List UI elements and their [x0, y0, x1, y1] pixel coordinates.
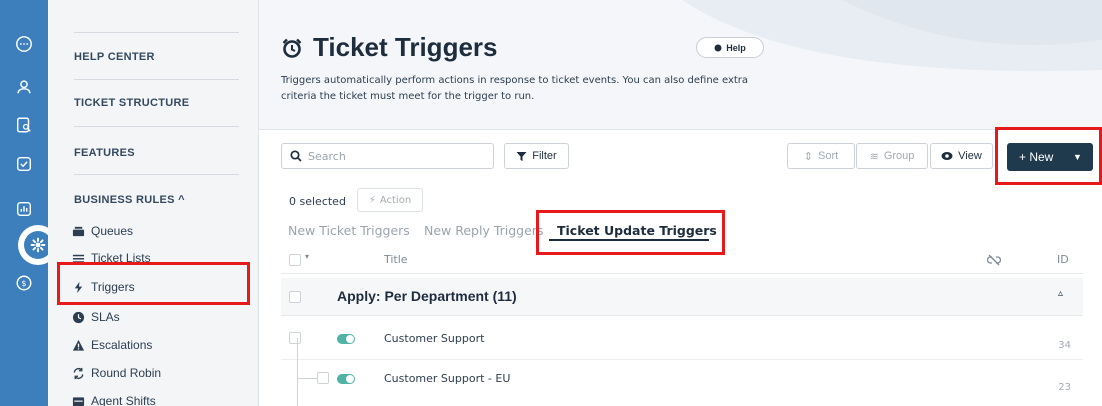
group-title: Apply: Per Department (11): [337, 288, 517, 304]
filter-button[interactable]: Filter: [504, 143, 569, 169]
header-decoration: [682, 0, 1102, 72]
row-id: 34: [1058, 340, 1071, 351]
select-all-checkbox[interactable]: [289, 254, 301, 266]
app-rail: $: [0, 0, 58, 406]
page-title-text: Ticket Triggers: [313, 32, 498, 62]
bolt-icon: ⚡: [368, 194, 376, 206]
action-button[interactable]: ⚡ Action: [357, 188, 423, 212]
sort-button-label: Sort: [818, 150, 839, 162]
search-placeholder: Search: [308, 149, 346, 163]
tab-new-reply-triggers[interactable]: New Reply Triggers: [424, 223, 543, 238]
row-title: Customer Support - EU: [384, 372, 511, 385]
page-title: Ticket Triggers: [281, 32, 498, 63]
alarm-clock-icon: [282, 38, 302, 58]
nav-section-business-rules[interactable]: BUSINESS RULES ^: [74, 194, 185, 206]
help-button-label: Help: [726, 42, 746, 53]
annotation-highlight: [57, 262, 250, 305]
sort-icon: ⇕: [803, 150, 814, 163]
inbox-icon: [72, 226, 85, 236]
nav-divider: [74, 32, 239, 33]
cycle-icon: [73, 367, 84, 379]
search-doc-icon[interactable]: [12, 113, 36, 137]
annotation-highlight: [995, 127, 1102, 185]
nav-section-help-center[interactable]: HELP CENTER: [74, 51, 155, 63]
selected-count: 0 selected: [289, 195, 346, 208]
nav-divider: [74, 79, 239, 80]
filter-icon: [516, 151, 527, 161]
filter-button-label: Filter: [532, 150, 557, 162]
svg-text:$: $: [21, 278, 26, 288]
group-button[interactable]: ≋ Group: [856, 143, 928, 169]
nav-item-escalations[interactable]: Escalations: [72, 338, 152, 352]
view-button[interactable]: View: [930, 143, 993, 169]
nav-divider: [74, 174, 239, 175]
check-square-icon[interactable]: [12, 152, 36, 176]
table-row[interactable]: Customer Support - EU 23: [281, 360, 1083, 402]
unlink-icon[interactable]: [987, 254, 1001, 266]
table-row[interactable]: Customer Support 34: [281, 318, 1083, 360]
nav-divider: [74, 126, 239, 127]
sort-button[interactable]: ⇕ Sort: [787, 143, 855, 169]
row-checkbox[interactable]: [317, 372, 329, 384]
row-checkbox[interactable]: [289, 332, 301, 344]
nav-item-label: SLAs: [91, 310, 120, 324]
nav-item-agent-shifts[interactable]: Agent Shifts: [72, 394, 156, 406]
nav-item-queues[interactable]: Queues: [72, 224, 133, 238]
chart-icon[interactable]: [12, 197, 36, 221]
nav-item-label: Round Robin: [91, 366, 162, 380]
nav-item-slas[interactable]: SLAs: [72, 310, 120, 324]
column-header-id[interactable]: ID: [1057, 253, 1069, 266]
group-checkbox[interactable]: [289, 291, 301, 303]
row-id: 23: [1058, 382, 1071, 393]
help-dot-icon: [714, 44, 722, 51]
eye-icon: [941, 152, 953, 160]
warning-icon: [72, 339, 85, 351]
settings-nav: HELP CENTER TICKET STRUCTURE FEATURES BU…: [48, 0, 259, 406]
action-button-label: Action: [379, 194, 412, 206]
nav-item-round-robin[interactable]: Round Robin: [72, 366, 161, 380]
page-header: Ticket Triggers Help Triggers automatica…: [259, 0, 1102, 130]
search-icon: [290, 150, 302, 162]
nav-section-ticket-structure[interactable]: TICKET STRUCTURE: [74, 97, 189, 109]
chevron-down-icon[interactable]: ▾: [305, 252, 309, 261]
enabled-toggle[interactable]: [337, 334, 355, 344]
tab-new-ticket-triggers[interactable]: New Ticket Triggers: [288, 223, 410, 238]
nav-section-features[interactable]: FEATURES: [74, 147, 135, 159]
nav-item-label: Agent Shifts: [91, 394, 156, 406]
calendar-icon: [72, 396, 85, 406]
page-description: Triggers automatically perform actions i…: [281, 75, 749, 102]
enabled-toggle[interactable]: [337, 374, 355, 384]
search-input[interactable]: Search: [281, 143, 494, 169]
column-header-title[interactable]: Title: [384, 253, 408, 266]
clock-icon: [72, 311, 85, 323]
user-icon[interactable]: [12, 75, 36, 99]
nav-item-label: Queues: [91, 224, 134, 238]
view-button-label: View: [958, 150, 982, 162]
row-title: Customer Support: [384, 332, 485, 345]
table-header: ▾ Title ID: [281, 246, 1083, 274]
dollar-icon[interactable]: $: [12, 271, 36, 295]
nav-item-label: Escalations: [91, 338, 153, 352]
help-button[interactable]: Help: [696, 37, 764, 58]
table-group-row[interactable]: Apply: Per Department (11) ▵: [281, 278, 1083, 316]
group-button-label: Group: [883, 150, 915, 162]
chat-icon[interactable]: [12, 32, 36, 56]
main-content: Ticket Triggers Help Triggers automatica…: [259, 0, 1102, 406]
stack-icon: ≋: [869, 150, 879, 163]
chevron-up-icon[interactable]: ▵: [1058, 288, 1063, 299]
